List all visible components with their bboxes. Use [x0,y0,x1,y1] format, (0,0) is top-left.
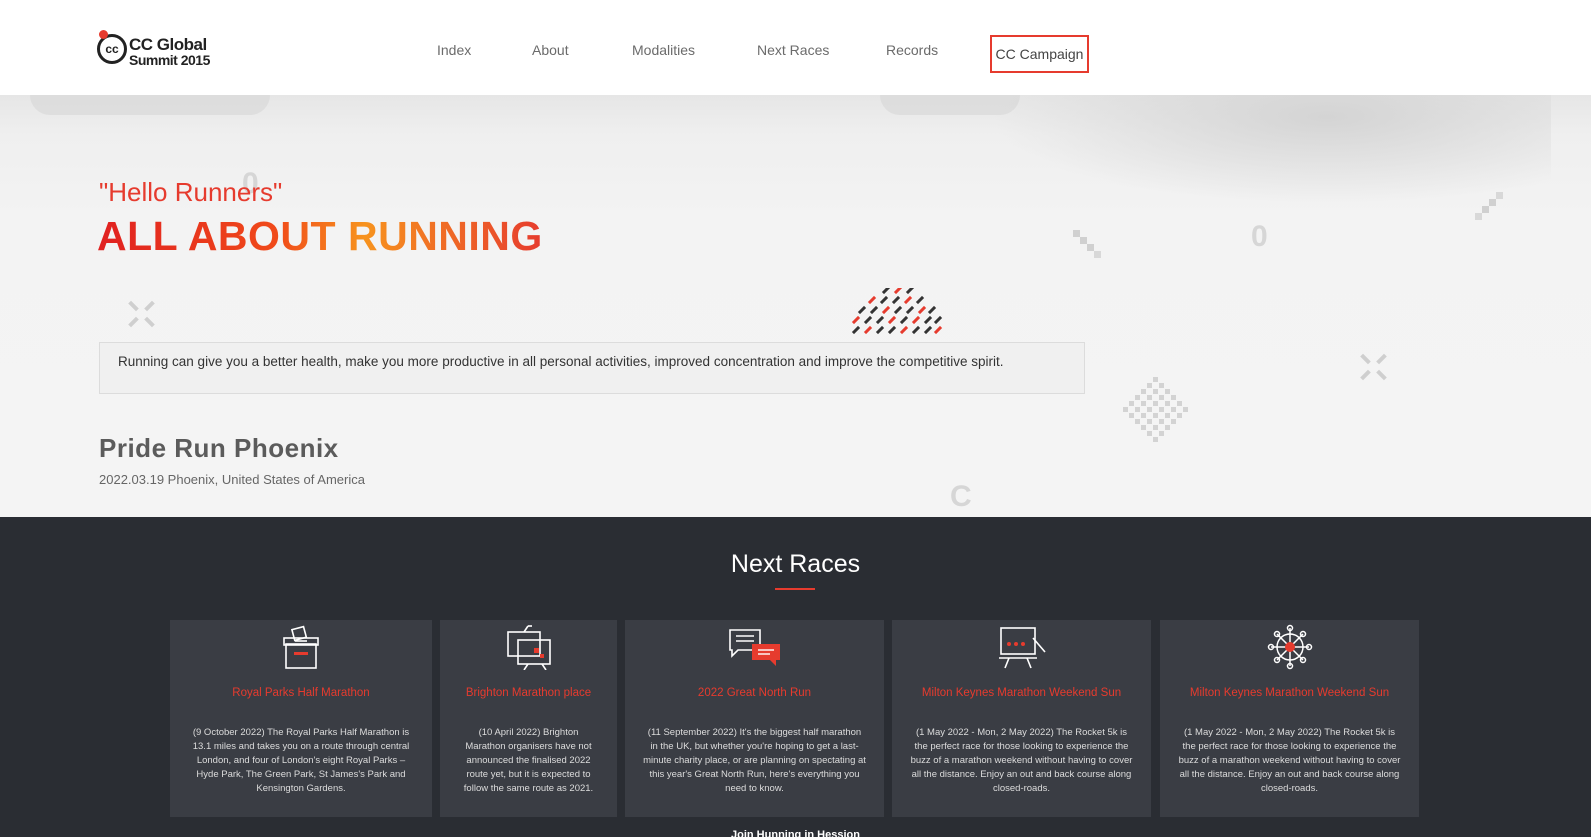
decorative-dash-pattern-icon [851,288,943,335]
decorative-zero-icon: 0 [1251,220,1268,253]
hero-background-shape [991,95,1551,205]
decorative-squares-icon [1073,230,1101,258]
race-card-text: (1 May 2022 - Mon, 2 May 2022) The Rocke… [1178,727,1401,794]
ballot-box-icon [283,625,319,669]
race-card[interactable]: Milton Keynes Marathon Weekend Sun (1 Ma… [892,620,1151,817]
logo-line-2: Summit 2015 [129,52,210,68]
site-logo[interactable]: cc CC Global Summit 2015 [97,30,210,76]
join-section-heading-partial: Join Hunning in Hession [731,829,860,837]
race-card-text: (11 September 2022) It's the biggest hal… [643,727,866,794]
race-card-title[interactable]: 2022 Great North Run [625,687,884,699]
race-card[interactable]: Brighton Marathon place (10 April 2022) … [440,620,617,817]
race-card[interactable]: 2022 Great North Run (11 September 2022)… [625,620,884,817]
race-card-text: (10 April 2022) Brighton Marathon organi… [463,727,594,794]
logo-dot-icon [99,30,108,39]
race-card-title[interactable]: Milton Keynes Marathon Weekend Sun [892,687,1151,699]
featured-race-meta: 2022.03.19 Phoenix, United States of Ame… [99,472,365,487]
hero-description-box: Running can give you a better health, ma… [99,342,1085,394]
race-card[interactable]: Milton Keynes Marathon Weekend Sun (1 Ma… [1160,620,1419,817]
decorative-cross-icon [128,300,158,330]
network-hub-icon [1267,624,1312,670]
decorative-zero-icon: C [950,480,972,513]
featured-race-name[interactable]: Pride Run Phoenix [99,433,339,464]
nav-records[interactable]: Records [886,42,938,58]
decorative-squares-icon [1475,192,1503,220]
title-underline [775,588,815,590]
nav-about[interactable]: About [532,42,569,58]
race-card-text: (9 October 2022) The Royal Parks Half Ma… [192,727,410,794]
hero-section: 0 0 C "Hello Runners" ALL ABOUT RUNNING … [0,95,1591,517]
hero-background-shape [30,95,270,115]
hero-title: ALL ABOUT RUNNING [97,213,543,259]
nav-cc-campaign-button[interactable]: CC Campaign [990,35,1089,73]
nav-next-races[interactable]: Next Races [757,42,829,58]
nav-index[interactable]: Index [437,42,471,58]
next-races-section: Next Races Royal Parks Half Marathon (9 … [0,517,1591,837]
race-card-title[interactable]: Milton Keynes Marathon Weekend Sun [1160,687,1419,699]
race-card-title[interactable]: Royal Parks Half Marathon [170,687,432,699]
presentation-board-icon [506,625,551,670]
next-races-title: Next Races [730,550,861,578]
race-card[interactable]: Royal Parks Half Marathon (9 October 202… [170,620,432,817]
chat-bubbles-icon [728,629,780,666]
race-card-title[interactable]: Brighton Marathon place [440,687,617,699]
hero-greeting: "Hello Runners" [99,177,283,207]
hero-description: Running can give you a better health, ma… [118,354,1004,369]
decorative-cross-icon [1360,353,1390,383]
race-card-text: (1 May 2022 - Mon, 2 May 2022) The Rocke… [910,727,1133,794]
easel-chart-icon [998,627,1046,669]
site-header: cc CC Global Summit 2015 Index About Mod… [0,0,1591,95]
nav-modalities[interactable]: Modalities [632,42,695,58]
decorative-checker-icon [1123,377,1188,442]
